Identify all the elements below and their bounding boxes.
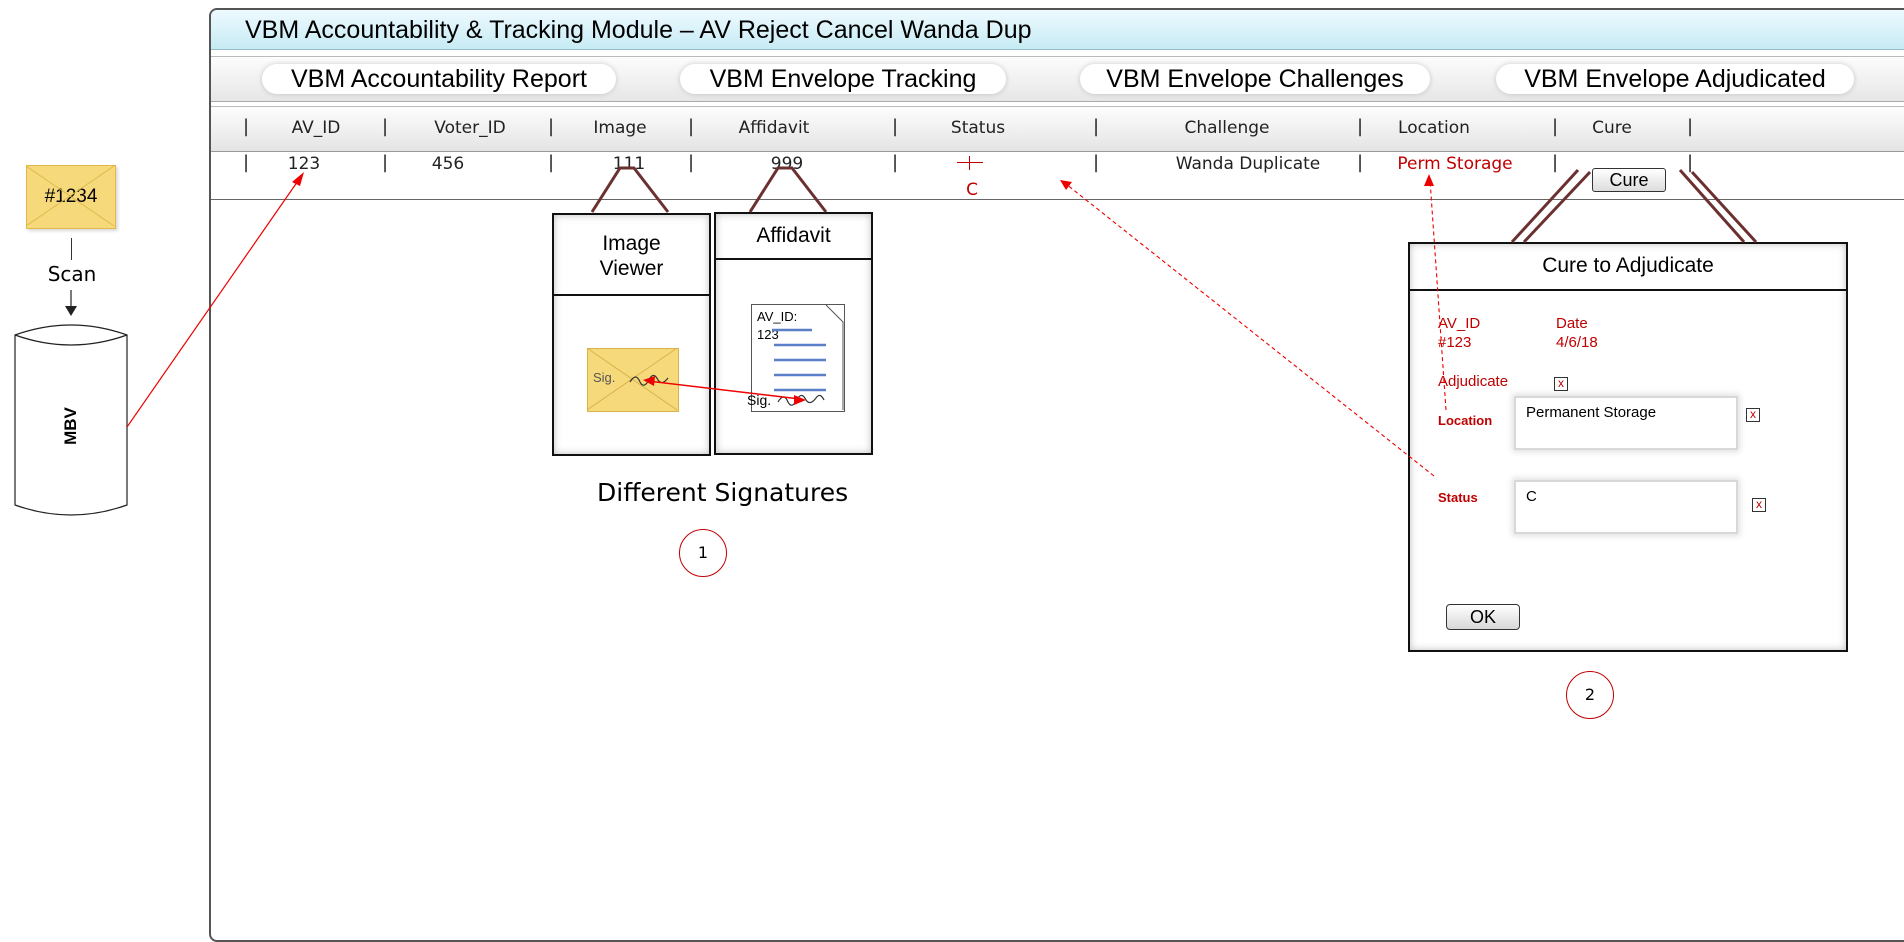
mbv-to-avid-arrow [126, 177, 301, 428]
mbv-to-avid-arrowhead [292, 172, 304, 186]
affidavit-doc-lines [772, 328, 826, 392]
panel-hangers [590, 166, 1758, 244]
envelope-tag-lines [25, 165, 115, 227]
annotation-layer [25, 165, 1758, 477]
affidavit-doc-fold [825, 304, 844, 410]
status-link-arrow [1065, 183, 1435, 477]
location-link-arrowhead [1424, 174, 1434, 186]
status-link-arrowhead [1060, 180, 1072, 190]
location-link-arrow [1429, 179, 1447, 411]
